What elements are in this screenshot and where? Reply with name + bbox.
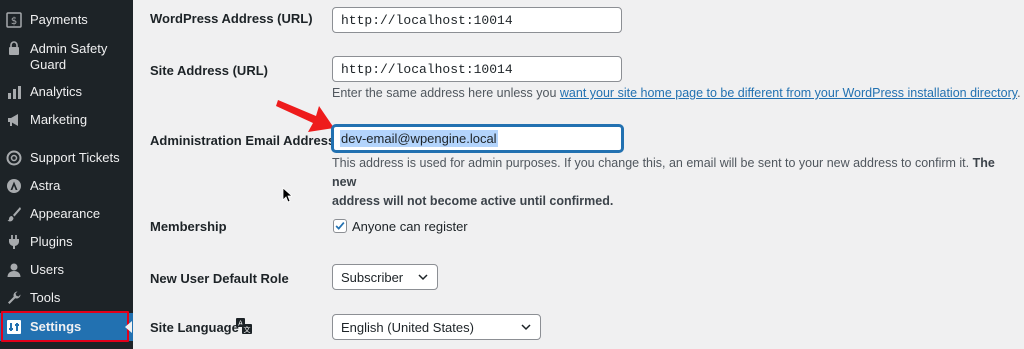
wrench-icon (6, 290, 22, 306)
sidebar-item-appearance[interactable]: Appearance (0, 200, 133, 228)
site-language-select[interactable]: English (United States) (332, 314, 541, 340)
anyone-can-register-label[interactable]: Anyone can register (352, 219, 468, 234)
default-role-label: New User Default Role (150, 271, 289, 286)
anyone-can-register-checkbox[interactable] (333, 219, 347, 233)
mouse-cursor-icon (282, 187, 292, 203)
sidebar-item-plugins[interactable]: Plugins (0, 228, 133, 256)
checkmark-icon (335, 222, 345, 230)
chevron-down-icon (418, 274, 428, 281)
default-role-select[interactable]: Subscriber (332, 264, 438, 290)
plug-icon (6, 234, 22, 250)
bar-chart-icon (6, 84, 22, 100)
sidebar-item-label: Plugins (30, 234, 73, 249)
active-menu-arrow (125, 321, 132, 333)
sidebar-item-label: Admin Safety Guard (30, 41, 108, 72)
paintbrush-icon (6, 206, 22, 222)
red-arrow-annotation (276, 100, 334, 132)
different-home-page-link[interactable]: want your site home page to be different… (560, 86, 1017, 100)
dollar-icon: $ (6, 12, 22, 28)
site-address-label: Site Address (URL) (150, 63, 268, 78)
sidebar-item-label: Astra (30, 178, 61, 193)
admin-email-label: Administration Email Address (150, 133, 336, 148)
membership-label: Membership (150, 219, 227, 234)
site-language-label: Site Language (150, 320, 239, 335)
admin-email-input[interactable]: dev-email@wpengine.local (332, 125, 623, 152)
sidebar-item-label: Payments (30, 12, 88, 27)
sidebar-item-label: Tools (30, 290, 61, 305)
settings-highlight-box (1, 311, 129, 342)
admin-email-value: dev-email@wpengine.local (340, 130, 498, 147)
svg-text:$: $ (11, 16, 17, 27)
admin-email-desc-text: This address is used for admin purposes.… (332, 156, 970, 170)
sidebar-item-astra[interactable]: Astra (0, 172, 133, 200)
sidebar-item-marketing[interactable]: Marketing (0, 106, 133, 134)
sidebar-item-label: Appearance (30, 206, 101, 221)
default-role-value: Subscriber (341, 269, 404, 285)
megaphone-icon (6, 112, 22, 128)
wordpress-address-label: WordPress Address (URL) (150, 11, 313, 26)
site-address-description: Enter the same address here unless you w… (332, 84, 1021, 103)
admin-email-description: This address is used for admin purposes.… (332, 154, 1012, 211)
site-address-input[interactable]: http://localhost:10014 (332, 56, 622, 82)
site-address-desc-text: Enter the same address here unless you (332, 86, 560, 100)
sidebar-item-label: Support Tickets (30, 150, 120, 165)
sidebar-item-support-tickets[interactable]: Support Tickets (0, 144, 133, 172)
svg-text:文: 文 (244, 325, 251, 334)
user-icon (6, 262, 22, 278)
sidebar-item-admin-safety-guard[interactable]: Admin Safety Guard (0, 36, 133, 76)
sidebar-item-tools[interactable]: Tools (0, 284, 133, 312)
sidebar-item-label: Analytics (30, 84, 83, 99)
translation-icon: A 文 (236, 318, 252, 334)
sidebar-item-payments[interactable]: $ Payments (0, 6, 133, 34)
site-language-value: English (United States) (341, 319, 474, 335)
sidebar-item-users[interactable]: Users (0, 256, 133, 284)
chevron-down-icon (521, 324, 531, 331)
astra-logo-icon (6, 178, 22, 194)
admin-email-desc-bold-2: address will not become active until con… (332, 194, 614, 208)
wordpress-address-input[interactable]: http://localhost:10014 (332, 7, 622, 33)
sidebar-item-label: Marketing (30, 112, 88, 127)
lock-icon (6, 40, 22, 56)
lifebuoy-icon (6, 150, 22, 166)
sidebar-item-analytics[interactable]: Analytics (0, 78, 133, 106)
site-address-desc-suffix: . (1017, 86, 1021, 100)
admin-sidebar: $ Payments Admin Safety Guard Analytics … (0, 0, 133, 349)
sidebar-item-label: Users (30, 262, 64, 277)
